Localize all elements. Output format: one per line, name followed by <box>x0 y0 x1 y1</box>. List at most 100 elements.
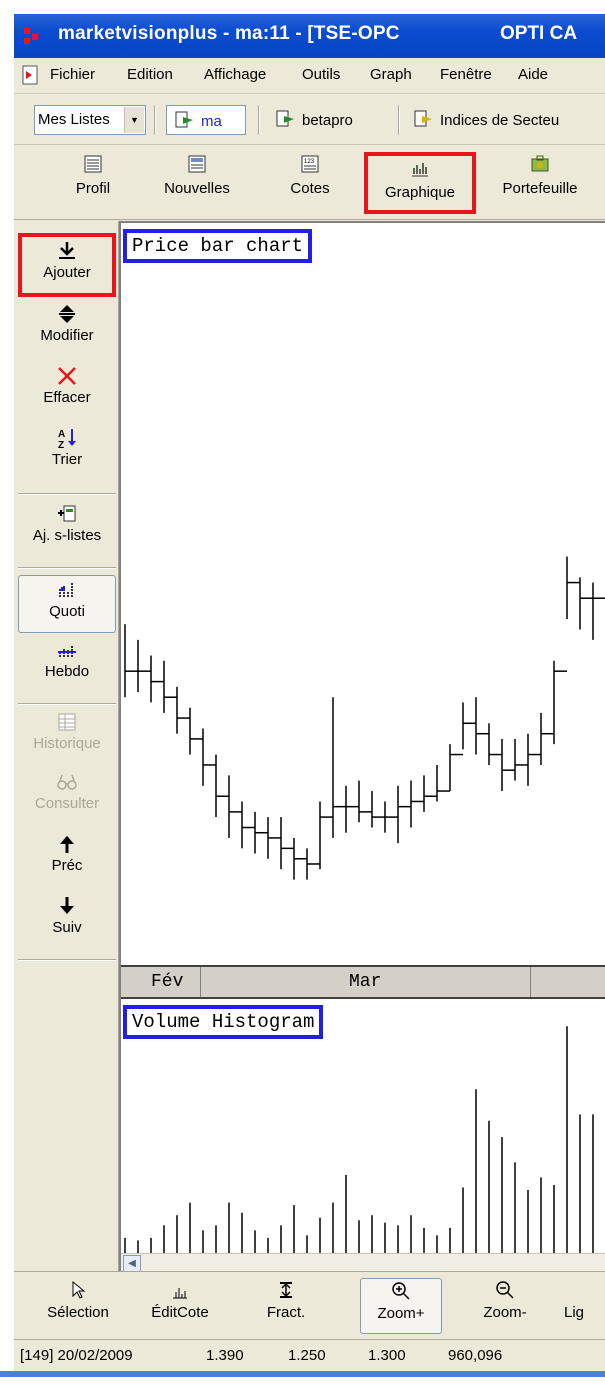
aj-slistes-label: Aj. s-listes <box>32 527 102 544</box>
status-record: [149] 20/02/2009 <box>20 1347 133 1364</box>
price-bar <box>540 712 554 765</box>
consulter-label: Consulter <box>34 795 100 812</box>
glasses-icon <box>57 774 77 790</box>
price-bar <box>501 738 515 792</box>
selection-button[interactable]: Sélection <box>32 1278 124 1334</box>
price-bar <box>280 817 294 870</box>
arrow-down-icon <box>60 897 74 914</box>
list-tab-betapro[interactable]: betapro <box>276 105 353 135</box>
status-volume: 960,096 <box>448 1347 503 1364</box>
menu-fichier[interactable]: Fichier <box>50 66 95 83</box>
list-tab-label: Indices de Secteu <box>440 112 560 129</box>
menu-fenetre[interactable]: Fenêtre <box>440 66 492 83</box>
pointer-icon <box>72 1280 86 1299</box>
zoom-out-label: Zoom- <box>483 1304 527 1321</box>
app-icon <box>24 28 38 44</box>
toolbar-separator <box>18 567 116 569</box>
nouvelles-label: Nouvelles <box>164 180 230 197</box>
window-title-security: OPTI CA <box>500 23 578 44</box>
portfolio-icon <box>531 155 549 172</box>
arrow-up-icon <box>60 836 74 853</box>
price-bar <box>358 780 372 823</box>
weekly-chart-icon <box>58 645 76 657</box>
horizontal-scrollbar[interactable]: ◀ <box>121 1253 605 1273</box>
lists-combo[interactable]: Mes Listes ▼ <box>34 105 146 135</box>
ajouter-button[interactable]: Ajouter <box>18 233 116 297</box>
cotes-button[interactable]: 123 Cotes <box>278 152 342 214</box>
title-bar[interactable]: marketvisionplus - ma:11 - [TSE-OPC OPTI… <box>14 14 605 58</box>
nouvelles-button[interactable]: Nouvelles <box>152 152 242 214</box>
portefeuille-button[interactable]: Portefeuille <box>490 152 590 214</box>
menu-aide[interactable]: Aide <box>518 66 548 83</box>
hebdo-button[interactable]: Hebdo <box>18 639 116 695</box>
delete-x-icon <box>58 367 76 385</box>
status-low: 1.250 <box>288 1347 326 1364</box>
historique-button[interactable]: Historique <box>18 711 116 767</box>
effacer-button[interactable]: Effacer <box>18 365 116 421</box>
trier-button[interactable]: AZ Trier <box>18 427 116 483</box>
price-bar <box>241 801 255 849</box>
menu-affichage[interactable]: Affichage <box>204 66 266 83</box>
price-bar <box>202 728 216 786</box>
price-bar <box>514 738 528 781</box>
status-bar: [149] 20/02/2009 1.390 1.250 1.300 960,0… <box>14 1339 605 1371</box>
profil-button[interactable]: Profil <box>58 152 128 214</box>
chart-panel[interactable]: Price bar chart Fév Mar Volume Histogram… <box>119 221 605 1273</box>
price-bar <box>228 775 242 838</box>
list-tab-ma[interactable]: ma <box>166 105 246 135</box>
price-bar <box>397 785 411 844</box>
prec-button[interactable]: Préc <box>18 833 116 889</box>
price-bar <box>579 577 593 630</box>
menu-graph[interactable]: Graph <box>370 66 412 83</box>
quoti-label: Quoti <box>49 603 85 620</box>
toolbar-separator <box>154 105 156 135</box>
graphique-label: Graphique <box>384 184 456 201</box>
price-chart-title: Price bar chart <box>123 229 313 263</box>
menu-bar: Fichier Edition Affichage Outils Graph F… <box>14 58 605 94</box>
hebdo-label: Hebdo <box>44 663 90 680</box>
price-bar <box>449 744 463 792</box>
zoom-in-button[interactable]: Zoom+ <box>360 1278 442 1334</box>
fract-button[interactable]: Fract. <box>254 1278 318 1334</box>
scroll-left-icon[interactable]: ◀ <box>123 1255 141 1272</box>
suiv-label: Suiv <box>52 919 82 936</box>
cotes-label: Cotes <box>290 180 330 197</box>
price-bar-chart[interactable] <box>121 223 605 963</box>
ligne-button[interactable]: Lig <box>564 1278 604 1334</box>
status-close: 1.300 <box>368 1347 406 1364</box>
quoti-button[interactable]: Quoti <box>18 575 116 633</box>
price-bar <box>189 707 203 755</box>
ajouter-label: Ajouter <box>43 264 91 281</box>
add-download-icon <box>59 242 75 259</box>
menu-edition[interactable]: Edition <box>127 66 173 83</box>
modifier-button[interactable]: Modifier <box>18 303 116 359</box>
lists-toolbar: Mes Listes ▼ ma betapro Indices de Secte… <box>14 95 605 145</box>
menu-outils[interactable]: Outils <box>302 66 340 83</box>
price-bar <box>410 780 424 828</box>
history-table-icon <box>58 713 76 731</box>
price-bar <box>254 811 268 854</box>
price-bar <box>553 660 567 745</box>
aj-slistes-button[interactable]: Aj. s-listes <box>18 503 116 559</box>
svg-text:A: A <box>58 429 65 440</box>
price-bar <box>319 801 333 870</box>
suiv-button[interactable]: Suiv <box>18 895 116 951</box>
profile-icon <box>84 155 102 173</box>
svg-text:123: 123 <box>304 159 315 165</box>
consulter-button[interactable]: Consulter <box>18 771 116 827</box>
list-icon <box>175 111 193 128</box>
list-tab-indices[interactable]: Indices de Secteu <box>414 105 559 135</box>
document-icon[interactable] <box>20 65 40 85</box>
price-bar <box>423 775 437 812</box>
graphique-button[interactable]: Graphique <box>364 152 476 214</box>
price-bar <box>293 837 307 880</box>
fract-label: Fract. <box>266 1304 306 1321</box>
quotes-icon: 123 <box>301 155 319 173</box>
daily-chart-icon <box>59 583 73 597</box>
date-axis: Fév Mar <box>121 965 605 999</box>
chevron-down-icon[interactable]: ▼ <box>124 107 144 133</box>
zoom-out-button[interactable]: Zoom- <box>470 1278 540 1334</box>
editcote-button[interactable]: ÉditCote <box>140 1278 220 1334</box>
prec-label: Préc <box>51 857 83 874</box>
toolbar-separator <box>18 703 116 705</box>
